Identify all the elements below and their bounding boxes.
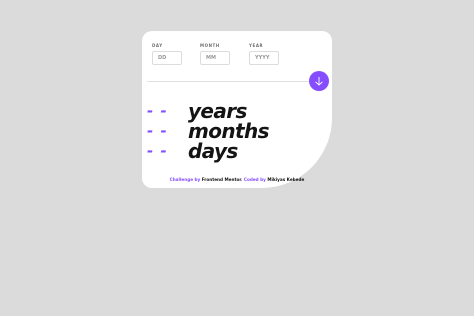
submit-button[interactable] xyxy=(309,71,329,91)
challenge-text: Challenge by xyxy=(169,177,201,182)
years-result: - - years xyxy=(147,101,247,121)
days-value: - - xyxy=(147,142,168,160)
month-input[interactable]: MM xyxy=(200,51,230,65)
days-result: - - days xyxy=(147,141,238,161)
day-input[interactable]: DD xyxy=(152,51,182,65)
months-result: - - months xyxy=(147,119,270,143)
attribution: Challenge by Frontend Mentor. Coded by M… xyxy=(142,177,332,182)
year-input[interactable]: YYYY xyxy=(249,51,279,65)
day-field: DAY DD xyxy=(152,43,182,65)
years-value: - - xyxy=(147,102,168,120)
months-value: - - xyxy=(147,122,168,140)
author-link[interactable]: Mikiyas Kebede xyxy=(267,177,304,182)
year-label: YEAR xyxy=(249,43,264,48)
month-field: MONTH MM xyxy=(200,43,230,65)
years-unit: years xyxy=(188,99,247,123)
coded-by-text: . Coded by xyxy=(240,177,266,182)
months-unit: months xyxy=(188,119,270,143)
frontend-mentor-link[interactable]: Frontend Mentor xyxy=(202,177,241,182)
days-unit: days xyxy=(188,139,238,163)
age-calculator-card: DAY DD MONTH MM YEAR YYYY - - years - - … xyxy=(142,31,332,188)
arrow-down-icon xyxy=(315,77,323,86)
divider xyxy=(147,81,319,82)
month-label: MONTH xyxy=(200,43,220,48)
year-field: YEAR YYYY xyxy=(249,43,279,65)
day-label: DAY xyxy=(152,43,163,48)
